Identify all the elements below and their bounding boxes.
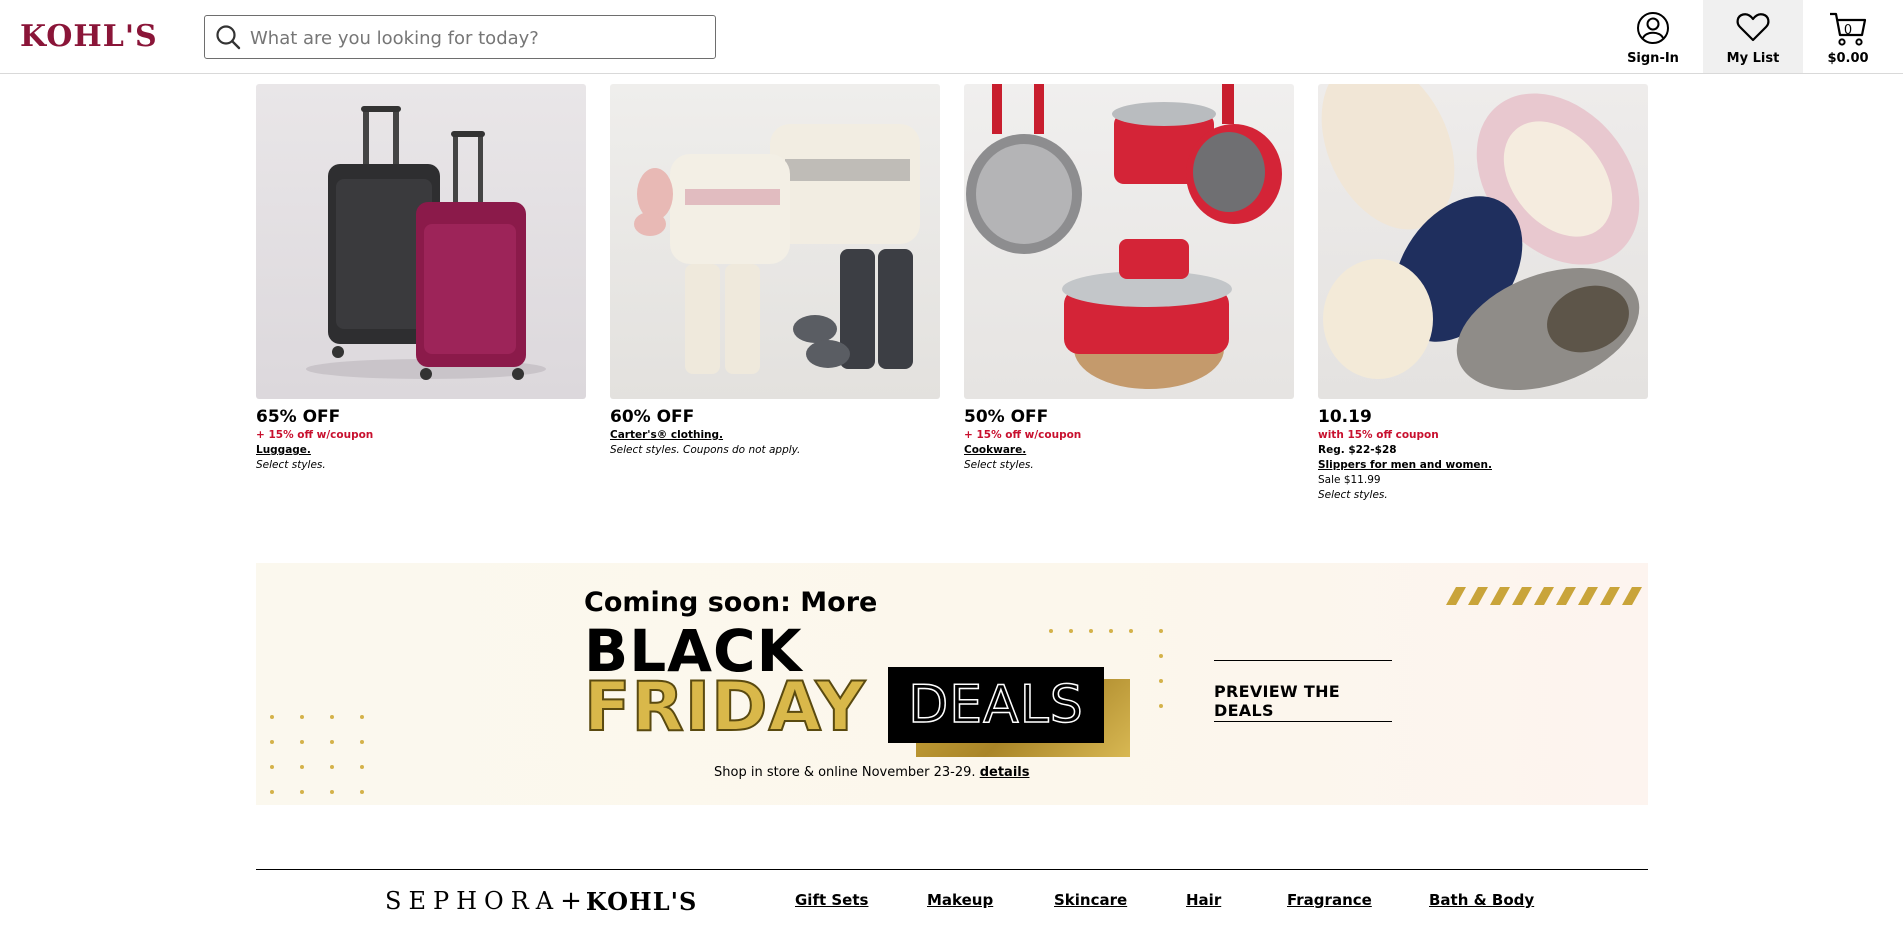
tile-regular-price: Reg. $22-$28 <box>1318 444 1397 456</box>
sephora-wordmark: SEPHORA <box>385 887 561 915</box>
tile-note: Select styles. <box>964 459 1034 471</box>
tile-coupon: + 15% off w/coupon <box>256 429 374 441</box>
tile-headline: 50% OFF <box>964 407 1049 427</box>
slippers-image[interactable] <box>1318 84 1648 399</box>
carters-clothing-image[interactable] <box>610 84 940 399</box>
tile-note: Select styles. Coupons do not apply. <box>610 444 801 456</box>
tile-note: Select styles. <box>1318 489 1388 501</box>
banner-shop-text: Shop in store & online November 23-29. d… <box>714 765 1029 780</box>
decorative-gold-stripes <box>1446 587 1642 605</box>
preview-deals-button[interactable]: PREVIEW THE DEALS <box>1214 660 1392 722</box>
search-input[interactable]: What are you looking for today? <box>204 15 716 59</box>
cart-total: $0.00 <box>1827 51 1869 66</box>
search-icon[interactable] <box>215 24 241 50</box>
tile-category-link[interactable]: Slippers for men and women. <box>1318 458 1648 473</box>
cart-count: 0 <box>1843 23 1853 38</box>
cookware-image[interactable] <box>964 84 1294 399</box>
my-list-button[interactable]: My List <box>1703 0 1803 73</box>
tile-headline: 10.19 <box>1318 407 1372 427</box>
sign-in-label: Sign-In <box>1627 51 1679 66</box>
tile-category-link[interactable]: Cookware. <box>964 443 1294 458</box>
search-placeholder: What are you looking for today? <box>250 28 539 49</box>
tile-sale-price: Sale $11.99 <box>1318 474 1381 486</box>
tile-category-link[interactable]: Carter's® clothing. <box>610 428 940 443</box>
tile-coupon: + 15% off w/coupon <box>964 429 1082 441</box>
tile-coupon: with 15% off coupon <box>1318 429 1439 441</box>
logo-plus: + <box>560 886 582 916</box>
account-icon <box>1637 12 1669 44</box>
kohls-wordmark: KOHL'S <box>585 886 698 916</box>
sephora-link-skincare[interactable]: Skincare <box>1054 891 1127 909</box>
preview-deals-label: PREVIEW THE DEALS <box>1214 682 1340 720</box>
cart-button[interactable]: 0 $0.00 <box>1808 0 1888 73</box>
banner-deals: DEALS <box>888 667 1104 743</box>
banner-friday: FRIDAY <box>583 668 866 747</box>
sephora-link-fragrance[interactable]: Fragrance <box>1287 891 1372 909</box>
banner-dates: Shop in store & online November 23-29. <box>714 765 976 780</box>
luggage-image[interactable] <box>256 84 586 399</box>
sephora-link-gift-sets[interactable]: Gift Sets <box>795 891 868 909</box>
details-link[interactable]: details <box>980 765 1030 780</box>
black-friday-banner[interactable]: Coming soon: More BLACK FRIDAY DEALS Sho… <box>256 563 1648 805</box>
heart-icon <box>1736 13 1770 42</box>
tile-category-link[interactable]: Luggage. <box>256 443 586 458</box>
sephora-link-hair[interactable]: Hair <box>1186 891 1221 909</box>
section-divider <box>256 869 1648 870</box>
kohls-logo[interactable]: KOHL'S <box>20 22 158 52</box>
site-header: KOHL'S What are you looking for today? S… <box>0 0 1903 74</box>
tile-note: Select styles. <box>256 459 326 471</box>
my-list-label: My List <box>1726 51 1780 66</box>
sephora-link-makeup[interactable]: Makeup <box>927 891 993 909</box>
tile-headline: 60% OFF <box>610 407 695 427</box>
sephora-link-bath-body[interactable]: Bath & Body <box>1429 891 1534 909</box>
sephora-kohls-logo[interactable]: SEPHORA + KOHL'S <box>385 886 697 916</box>
tile-headline: 65% OFF <box>256 407 341 427</box>
banner-coming-soon: Coming soon: More <box>584 587 878 618</box>
sign-in-button[interactable]: Sign-In <box>1618 0 1688 73</box>
